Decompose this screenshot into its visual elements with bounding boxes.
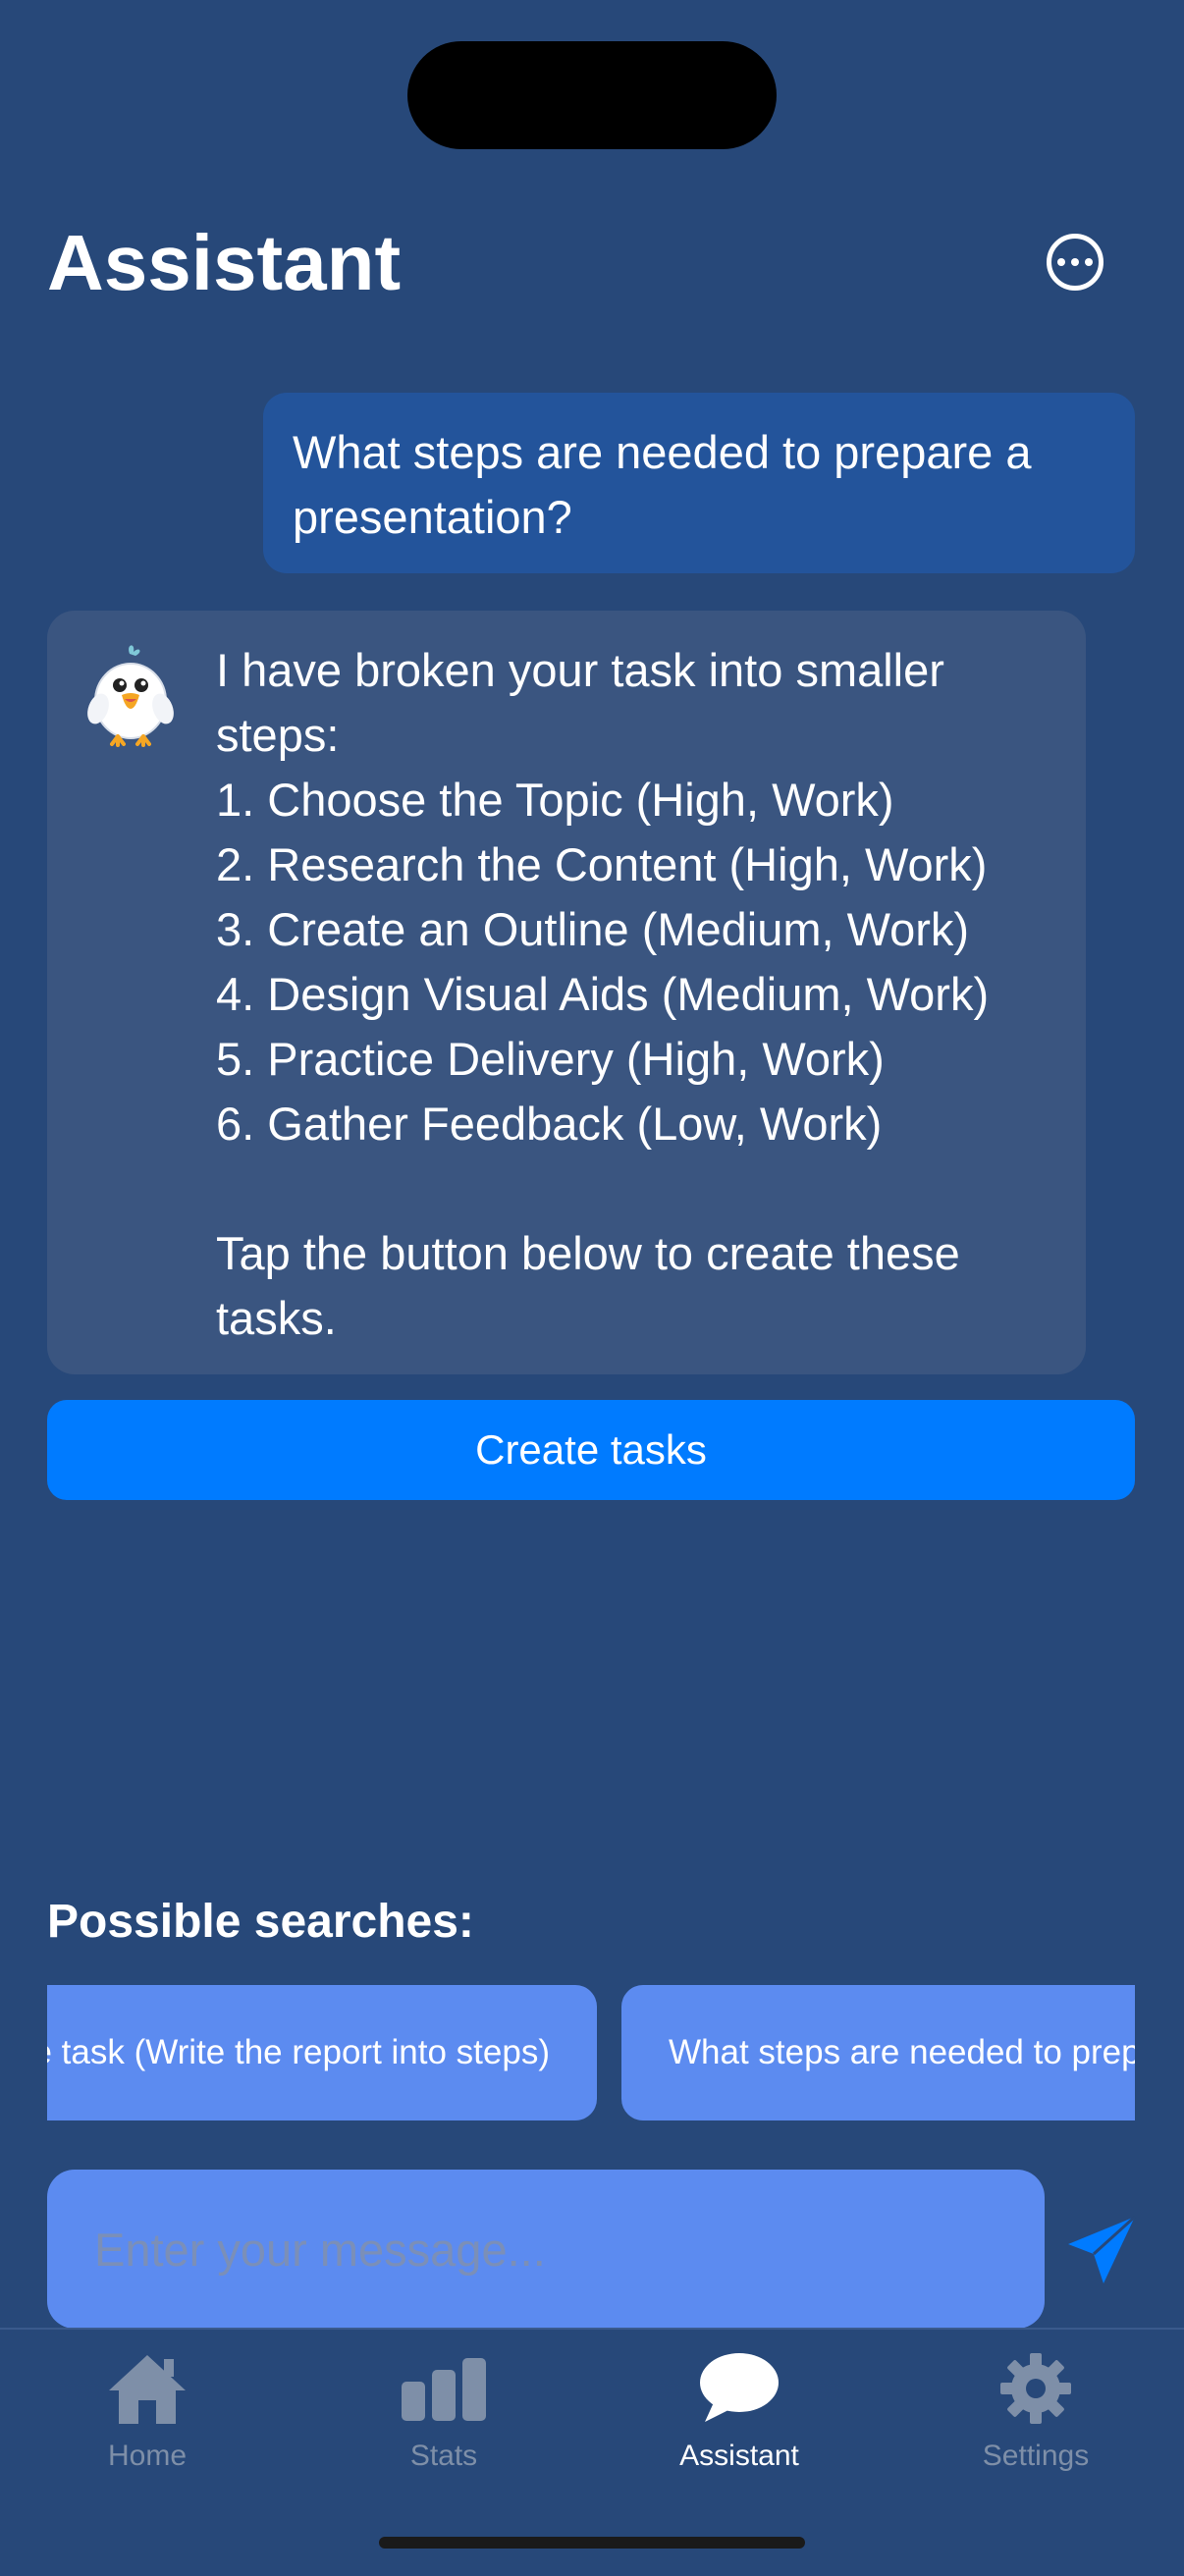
tab-settings[interactable]: Settings [928,2349,1144,2487]
home-indicator[interactable] [379,2537,805,2549]
message-input[interactable] [47,2170,1045,2329]
create-tasks-button[interactable]: Create tasks [47,1400,1135,1500]
paper-plane-icon[interactable] [1062,2211,1141,2289]
ellipsis-circle-icon[interactable] [1047,234,1103,291]
suggestion-chip-row[interactable]: Break down the task (Write the report in… [47,1985,1135,2120]
chat-bubble-icon [695,2349,783,2428]
suggestion-chip[interactable]: Break down the task (Write the report in… [47,1985,597,2120]
possible-searches-title: Possible searches: [47,1896,474,1948]
tab-label: Stats [409,2440,478,2472]
page-title: Assistant [47,219,402,306]
user-message-bubble: What steps are needed to prepare a prese… [263,393,1135,573]
tab-assistant[interactable]: Assistant [631,2349,847,2487]
tab-label: Home [107,2440,188,2472]
tab-label: Assistant [679,2440,799,2472]
assistant-message-bubble: I have broken your task into smaller ste… [47,611,1086,1374]
assistant-message-text: I have broken your task into smaller ste… [216,644,990,1344]
tab-stats[interactable]: Stats [336,2349,552,2487]
tab-home[interactable]: Home [39,2349,255,2487]
gear-icon [992,2349,1080,2428]
dynamic-island [407,41,777,149]
bar-chart-icon [400,2349,488,2428]
house-icon [103,2349,191,2428]
tab-label: Settings [982,2440,1090,2472]
suggestion-chip[interactable]: What steps are needed to prepare a prese… [621,1985,1135,2120]
user-message-text: What steps are needed to prepare a prese… [293,426,1032,543]
bird-mascot-icon [86,640,175,748]
